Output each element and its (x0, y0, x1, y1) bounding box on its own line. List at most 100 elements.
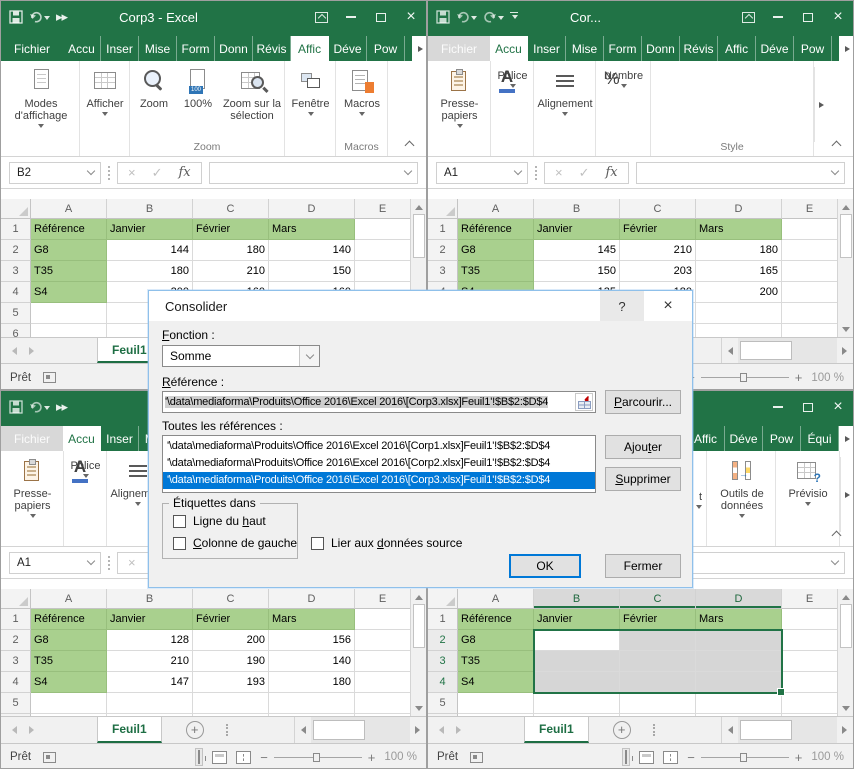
dialog-close-icon[interactable]: × (644, 291, 692, 321)
view-normal-icon[interactable] (622, 748, 630, 766)
row-header-3[interactable]: 3 (1, 651, 31, 672)
prev-sheet-icon[interactable] (8, 726, 17, 734)
ribbon-tab-4[interactable]: Donn (215, 36, 253, 61)
macros-button[interactable]: Macros (338, 67, 386, 119)
column-header-B[interactable]: B (107, 589, 193, 609)
cell-B2[interactable]: 144 (107, 240, 193, 261)
cell-E4[interactable] (782, 672, 838, 693)
minimize-icon[interactable] (763, 1, 793, 33)
cell-B1[interactable]: Janvier (107, 609, 193, 630)
titlebar[interactable]: ▸▸ Corp3 - Excel × (1, 1, 426, 33)
cell-C3[interactable]: 203 (620, 261, 696, 282)
cell-C6[interactable] (620, 714, 696, 716)
cell-D2[interactable]: 156 (269, 630, 355, 651)
vertical-scrollbar[interactable] (837, 199, 853, 337)
cell-E5[interactable] (355, 693, 411, 714)
cell-B6[interactable] (107, 714, 193, 716)
cell-D5[interactable] (696, 303, 782, 324)
font-button[interactable]: A Police (493, 67, 532, 91)
ribbon-tab-6[interactable]: Affic (718, 36, 756, 61)
row-header-1[interactable]: 1 (428, 219, 458, 240)
cell-C3[interactable]: 210 (193, 261, 269, 282)
cell-D2[interactable]: 180 (696, 240, 782, 261)
close-icon[interactable]: × (823, 391, 853, 423)
cell-A3[interactable]: T35 (458, 651, 534, 672)
cell-D6[interactable] (269, 714, 355, 716)
collapse-dialog-icon[interactable] (575, 393, 593, 411)
scroll-right-icon[interactable] (837, 338, 853, 363)
cell-E1[interactable] (355, 219, 411, 240)
column-header-D[interactable]: D (696, 199, 782, 219)
vertical-scroll-thumb[interactable] (413, 214, 425, 258)
macro-record-icon[interactable] (470, 752, 483, 763)
ribbon-tab-3[interactable]: Équi (801, 426, 839, 451)
row-header-5[interactable]: 5 (1, 303, 31, 324)
row-header-2[interactable]: 2 (1, 630, 31, 651)
cell-A6[interactable] (31, 714, 107, 716)
cell-E3[interactable] (782, 651, 838, 672)
cell-C2[interactable] (620, 630, 696, 651)
zoom-slider[interactable] (687, 750, 802, 765)
scroll-right-icon[interactable] (410, 717, 426, 743)
link-source-checkbox[interactable] (311, 537, 324, 550)
collapse-ribbon-icon[interactable] (832, 529, 841, 538)
ribbon-tab-9[interactable]: Équi (405, 36, 412, 61)
cell-E3[interactable] (355, 651, 411, 672)
cell-B5[interactable] (107, 693, 193, 714)
cell-D4[interactable]: 180 (269, 672, 355, 693)
cell-B1[interactable]: Janvier (534, 219, 620, 240)
next-sheet-icon[interactable] (456, 726, 465, 734)
ribbon-tab-2[interactable]: Mise (566, 36, 604, 61)
undo-icon[interactable] (29, 6, 50, 28)
clipboard-button[interactable]: Presse-papiers (431, 67, 488, 131)
cell-B1[interactable]: Janvier (534, 609, 620, 630)
cell-C4[interactable] (620, 672, 696, 693)
ok-button[interactable]: OK (509, 554, 581, 578)
column-header-A[interactable]: A (458, 199, 534, 219)
close-button[interactable]: Fermer (605, 554, 681, 578)
data-tools-button[interactable]: → Outils de données (709, 457, 775, 521)
cell-C1[interactable]: Février (620, 609, 696, 630)
ribbon-tab-4[interactable]: Donn (642, 36, 680, 61)
vertical-scroll-thumb[interactable] (840, 214, 852, 258)
minimize-icon[interactable] (763, 391, 793, 423)
cell-C1[interactable]: Février (193, 219, 269, 240)
zoom-slider-thumb[interactable] (740, 753, 747, 762)
row-header-5[interactable]: 5 (1, 693, 31, 714)
cell-B3[interactable]: 180 (107, 261, 193, 282)
horizontal-scrollbar[interactable] (294, 717, 426, 743)
cell-C6[interactable] (193, 714, 269, 716)
cell-E5[interactable] (782, 693, 838, 714)
cell-E5[interactable] (782, 303, 838, 324)
cell-A6[interactable] (458, 714, 534, 716)
reference-item-1[interactable]: '\data\mediaforma\Produits\Office 2016\E… (163, 455, 595, 472)
cell-E1[interactable] (782, 609, 838, 630)
cell-D4[interactable]: 200 (696, 282, 782, 303)
cell-C3[interactable] (620, 651, 696, 672)
scroll-down-icon[interactable] (838, 322, 853, 337)
formula-input[interactable] (636, 162, 845, 184)
scroll-up-icon[interactable] (838, 199, 853, 214)
prev-sheet-icon[interactable] (435, 726, 444, 734)
expand-formula-bar-icon[interactable] (831, 557, 839, 565)
expand-formula-bar-icon[interactable] (831, 167, 839, 175)
tab-fichier[interactable]: Fichier (1, 426, 63, 451)
column-header-A[interactable]: A (31, 589, 107, 609)
minimize-icon[interactable] (336, 1, 366, 33)
tab-bar-splitter[interactable] (653, 724, 655, 736)
cell-D3[interactable]: 165 (696, 261, 782, 282)
save-icon[interactable] (9, 396, 23, 418)
zoom-slider[interactable] (260, 750, 375, 765)
help-button[interactable]: ? (600, 291, 644, 321)
ribbon-tab-2[interactable]: Pow (763, 426, 801, 451)
collapse-ribbon-icon[interactable] (405, 139, 414, 148)
cell-B2[interactable]: 128 (107, 630, 193, 651)
next-sheet-icon[interactable] (29, 347, 38, 355)
row-header-2[interactable]: 2 (428, 630, 458, 651)
row-header-1[interactable]: 1 (1, 609, 31, 630)
ribbon-tab-2[interactable]: Mise (139, 36, 177, 61)
ribbon-tab-3[interactable]: Form (177, 36, 215, 61)
qat-more-icon[interactable]: ▸▸ (56, 396, 67, 418)
select-all-corner[interactable] (1, 199, 31, 219)
maximize-icon[interactable] (793, 1, 823, 33)
